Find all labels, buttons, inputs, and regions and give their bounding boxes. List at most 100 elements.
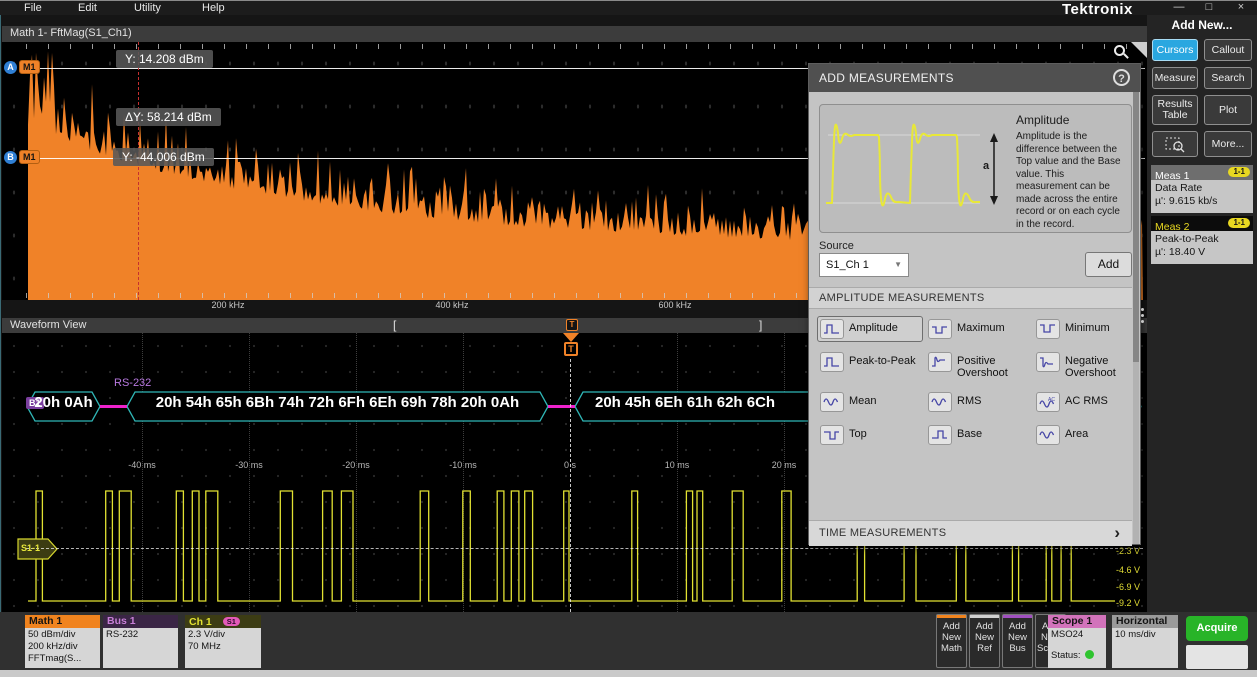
- volt-tick: -2.3 V: [1080, 546, 1140, 556]
- volt-tick: -4.6 V: [1080, 565, 1140, 575]
- time-tick: -40 ms: [117, 460, 167, 470]
- meas2-type: Peak-to-Peak: [1155, 233, 1249, 246]
- math-pane-title: Math 1- FftMag(S1_Ch1): [10, 27, 132, 39]
- time-tick: 20 ms: [759, 460, 809, 470]
- help-icon[interactable]: ?: [1113, 69, 1130, 86]
- minimize-icon[interactable]: —: [1168, 1, 1190, 13]
- measurement-minimum[interactable]: Minimum: [1033, 316, 1139, 342]
- ch1-badge-card[interactable]: Ch 1 S1 2.3 V/div 70 MHz: [185, 615, 261, 668]
- bus1-protocol: RS-232: [106, 629, 175, 641]
- sidebar-results-table-button[interactable]: Results Table: [1152, 95, 1198, 125]
- measurement-ac-rms[interactable]: AC AC RMS: [1033, 389, 1139, 415]
- freq-tick-400k: 400 kHz: [422, 300, 482, 310]
- meas1-value: µ': 9.615 kb/s: [1155, 195, 1249, 208]
- amplitude-annotation: a: [983, 160, 989, 172]
- zoom-pan-icon: [1164, 135, 1186, 153]
- time-tick: -20 ms: [331, 460, 381, 470]
- measurement-peak-to-peak[interactable]: Peak-to-Peak: [817, 349, 923, 382]
- cursor-a-badge[interactable]: A: [4, 61, 17, 74]
- panel-drag-handle[interactable]: [1141, 305, 1144, 326]
- measurement-positive-overshoot[interactable]: Positive Overshoot: [925, 349, 1031, 382]
- rs232-packet-1: 20h 0Ah: [27, 394, 100, 411]
- menu-edit[interactable]: Edit: [72, 2, 103, 14]
- math1-trace-badge-b[interactable]: M1: [19, 150, 40, 164]
- meas1-type: Data Rate: [1155, 182, 1249, 195]
- menu-file[interactable]: File: [18, 2, 48, 14]
- sidebar-search-button[interactable]: Search: [1204, 67, 1252, 89]
- volt-tick: -9.2 V: [1080, 598, 1140, 608]
- horizontal-scale: 10 ms/div: [1115, 629, 1175, 641]
- meas2-card[interactable]: Meas 2 1-1 Peak-to-Peak µ': 18.40 V: [1151, 216, 1253, 264]
- description-body: Amplitude is the difference between the …: [1016, 131, 1125, 231]
- add-new-math-button[interactable]: Add New Math: [936, 614, 967, 668]
- dialog-header[interactable]: ADD MEASUREMENTS ?: [809, 64, 1140, 92]
- chevron-right-icon[interactable]: ›: [1114, 523, 1120, 543]
- add-new-ref-button[interactable]: Add New Ref: [969, 614, 1000, 668]
- menu-bar: File Edit Utility Help Tektronix — □ ×: [0, 0, 1257, 15]
- time-section-header[interactable]: TIME MEASUREMENTS ›: [809, 520, 1132, 546]
- menu-help[interactable]: Help: [196, 2, 231, 14]
- sidebar-cursors-button[interactable]: Cursors: [1152, 39, 1198, 61]
- menu-utility[interactable]: Utility: [128, 2, 167, 14]
- cursor-a-readout[interactable]: Y: 14.208 dBm: [116, 50, 213, 68]
- bus1-badge-card[interactable]: Bus 1 RS-232: [103, 615, 178, 668]
- horizontal-card[interactable]: Horizontal 10 ms/div: [1112, 615, 1178, 668]
- source-dropdown[interactable]: S1_Ch 1 ▼: [819, 253, 909, 277]
- measurement-mean[interactable]: Mean: [817, 389, 923, 415]
- scope1-card[interactable]: Scope 1 MSO24 Status:: [1048, 615, 1106, 668]
- time-section-title: TIME MEASUREMENTS: [819, 527, 946, 539]
- time-tick: 10 ms: [652, 460, 702, 470]
- restore-icon[interactable]: □: [1198, 1, 1220, 13]
- add-button[interactable]: Add: [1085, 252, 1132, 277]
- maximum-icon: [928, 319, 952, 339]
- add-measurements-dialog: ADD MEASUREMENTS ? a Amplitude Amplitude…: [808, 63, 1141, 545]
- sidebar: Add New... Cursors Callout Measure Searc…: [1147, 15, 1257, 612]
- record-bracket-left[interactable]: [: [393, 318, 396, 332]
- measurement-amplitude[interactable]: Amplitude: [817, 316, 923, 342]
- measurement-maximum[interactable]: Maximum: [925, 316, 1031, 342]
- sidebar-callout-button[interactable]: Callout: [1204, 39, 1252, 61]
- scope1-card-title: Scope 1: [1048, 615, 1106, 628]
- cursor-b-badge[interactable]: B: [4, 151, 17, 164]
- record-trigger-icon[interactable]: T: [566, 319, 578, 331]
- meas1-card[interactable]: Meas 1 1-1 Data Rate µ': 9.615 kb/s: [1151, 165, 1253, 213]
- top-icon: [820, 425, 844, 445]
- add-new-bus-button[interactable]: Add New Bus: [1002, 614, 1033, 668]
- zoom-icon[interactable]: [1114, 45, 1125, 56]
- math1-span: 200 kHz/div: [28, 641, 97, 653]
- sidebar-measure-button[interactable]: Measure: [1152, 67, 1198, 89]
- cursor-vline[interactable]: [138, 42, 139, 300]
- amplitude-section-header[interactable]: AMPLITUDE MEASUREMENTS: [809, 287, 1132, 309]
- measurement-negative-overshoot[interactable]: Negative Overshoot: [1033, 349, 1139, 382]
- rs232-packet-2: 20h 54h 65h 6Bh 74h 72h 6Fh 6Eh 69h 78h …: [127, 394, 548, 411]
- measurement-area[interactable]: Area: [1033, 422, 1139, 448]
- dialog-scrollbar-thumb[interactable]: [1133, 92, 1139, 362]
- sidebar-plot-button[interactable]: Plot: [1204, 95, 1252, 125]
- time-tick: -30 ms: [224, 460, 274, 470]
- close-icon[interactable]: ×: [1230, 1, 1252, 13]
- math-pane-titlebar[interactable]: Math 1- FftMag(S1_Ch1): [2, 26, 1147, 42]
- measurement-top[interactable]: Top: [817, 422, 923, 448]
- sidebar-more-button[interactable]: More...: [1204, 131, 1252, 157]
- source-value: S1_Ch 1: [826, 259, 869, 271]
- blank-panel[interactable]: [1186, 645, 1248, 669]
- math1-function: FFTmag(S...: [28, 653, 97, 665]
- acquire-button[interactable]: Acquire: [1186, 616, 1248, 641]
- sidebar-zoom-pan-button[interactable]: [1152, 131, 1198, 157]
- measurement-base[interactable]: Base: [925, 422, 1031, 448]
- trigger-marker[interactable]: T: [564, 342, 578, 356]
- digital-channel-badge[interactable]: S1-1: [21, 543, 40, 553]
- cursor-delta-readout[interactable]: ΔY: 58.214 dBm: [116, 108, 221, 126]
- record-bracket-right[interactable]: ]: [759, 318, 762, 332]
- scope1-status-label: Status:: [1051, 650, 1081, 661]
- trigger-arrow-icon[interactable]: [563, 333, 579, 342]
- cursor-b-readout[interactable]: Y: -44.006 dBm: [113, 148, 214, 166]
- svg-text:AC: AC: [1048, 397, 1055, 403]
- math1-trace-badge-a[interactable]: M1: [19, 60, 40, 74]
- status-green-dot: [1085, 650, 1094, 659]
- math1-badge-card[interactable]: Math 1 50 dBm/div 200 kHz/div FFTmag(S..…: [25, 615, 100, 668]
- base-icon: [928, 425, 952, 445]
- description-title: Amplitude: [1016, 113, 1069, 127]
- digital-threshold-line: [26, 548, 1143, 549]
- measurement-rms[interactable]: RMS: [925, 389, 1031, 415]
